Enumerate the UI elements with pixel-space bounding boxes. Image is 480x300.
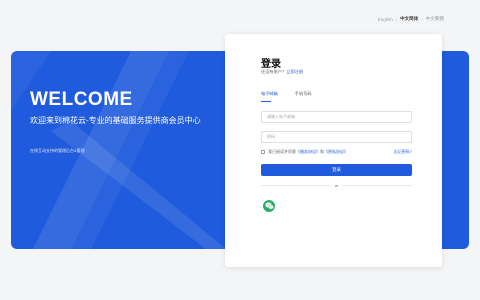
service-terms-link[interactable]: 《服务协议》: [296, 149, 320, 155]
or-divider: or: [261, 183, 412, 188]
language-separator: /: [395, 16, 397, 22]
wechat-login-button[interactable]: [263, 200, 275, 212]
login-title: 登录: [261, 59, 281, 70]
agree-checkbox[interactable]: [261, 150, 265, 154]
login-card: 登录 还没有账户? 立即注册 电子邮箱 手机号码 请输入电子邮箱 密码 我已阅读并…: [225, 34, 442, 267]
agree-prefix: 我已阅读并同意: [268, 149, 296, 154]
divider-line: [261, 185, 331, 186]
welcome-heading: WELCOME: [30, 89, 133, 110]
terms-agreement: 我已阅读并同意 《服务协议》 和 《隐私协议》 忘记密码?: [261, 149, 412, 155]
divider-line: [342, 185, 412, 186]
privacy-policy-link[interactable]: 《隐私协议》: [324, 149, 348, 155]
register-link[interactable]: 立即注册: [286, 69, 303, 74]
banner-slogan: 欢迎来到棉花云-专业的基础服务提供商会员中心: [30, 116, 201, 125]
login-button[interactable]: 登录: [261, 164, 412, 176]
language-switcher: English / 中文简体 / 中文繁體: [378, 16, 444, 22]
password-input[interactable]: 密码: [261, 131, 412, 143]
forgot-password-link[interactable]: 忘记密码?: [394, 149, 412, 155]
tab-email[interactable]: 电子邮箱: [261, 91, 278, 102]
language-option-english[interactable]: English: [378, 17, 393, 22]
no-account-text: 还没有账户?: [261, 69, 285, 74]
email-placeholder: 请输入电子邮箱: [267, 114, 295, 119]
wechat-icon: [264, 202, 274, 210]
password-placeholder: 密码: [267, 134, 275, 139]
login-method-tabs: 电子邮箱 手机号码: [261, 91, 312, 102]
language-option-simplified-chinese[interactable]: 中文简体: [400, 16, 418, 22]
email-input[interactable]: 请输入电子邮箱: [261, 111, 412, 123]
banner-description: 在线互动支持的管理后台&管理: [30, 148, 85, 153]
language-separator: /: [421, 16, 423, 22]
tab-phone[interactable]: 手机号码: [295, 91, 312, 102]
register-prompt: 还没有账户? 立即注册: [261, 69, 303, 75]
language-option-traditional-chinese[interactable]: 中文繁體: [426, 16, 444, 22]
or-text: or: [334, 183, 339, 188]
